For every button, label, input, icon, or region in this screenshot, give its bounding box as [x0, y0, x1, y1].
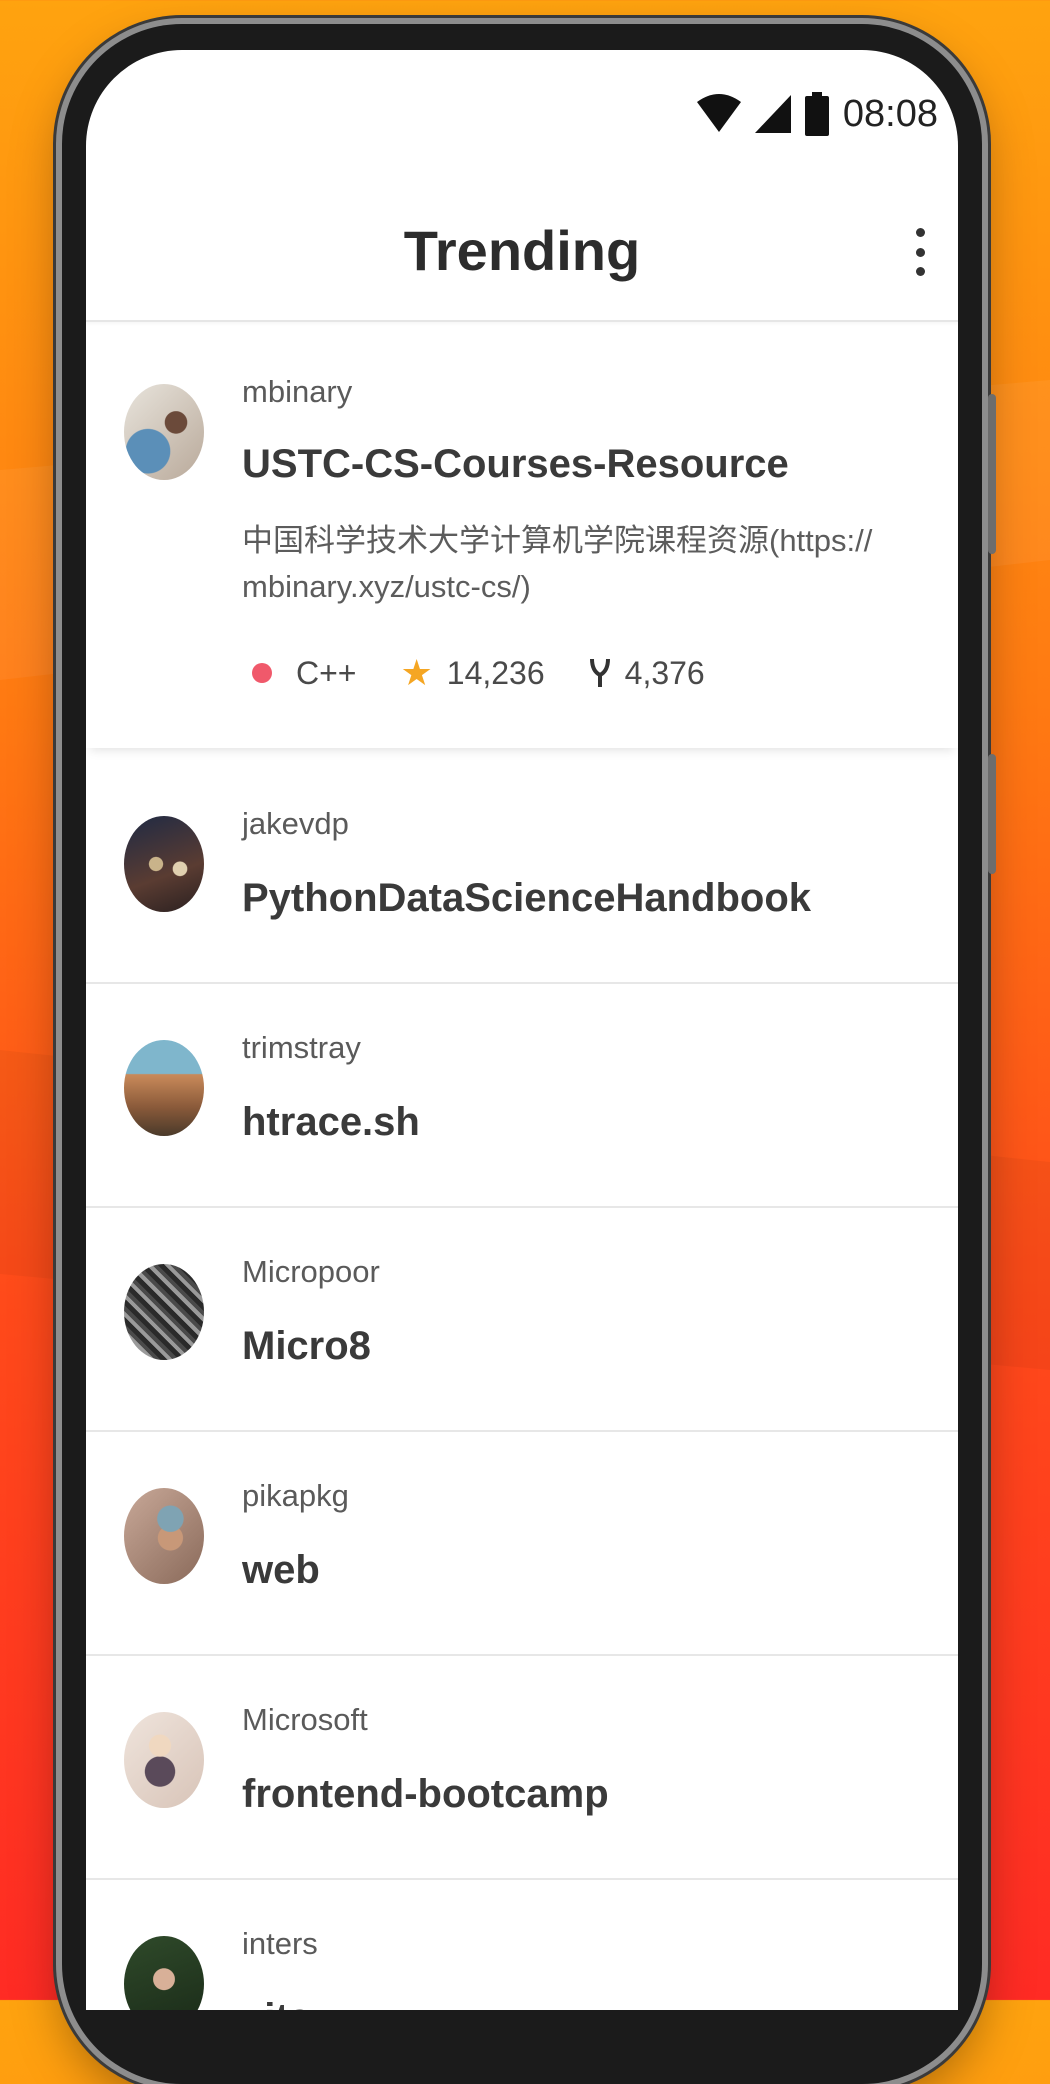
status-time: 08:08 — [842, 92, 938, 135]
more-vert-icon — [915, 267, 925, 276]
repo-owner[interactable]: Micropoor — [242, 1254, 380, 1290]
repo-item[interactable]: Micropoor Micro8 — [86, 1208, 958, 1432]
power-button — [988, 754, 996, 874]
page-title: Trending — [403, 219, 641, 282]
repo-owner[interactable]: trimstray — [242, 1030, 361, 1066]
language-color-dot — [252, 663, 272, 683]
fork-icon — [589, 658, 610, 687]
repo-item[interactable]: mbinary USTC-CS-Courses-Resource 中国科学技术大… — [86, 322, 958, 748]
overflow-menu-button[interactable] — [910, 228, 930, 276]
wifi-icon — [696, 94, 741, 132]
volume-button — [988, 394, 996, 554]
repo-item[interactable]: Microsoft frontend-bootcamp — [86, 1656, 958, 1880]
repo-owner[interactable]: Microsoft — [242, 1702, 368, 1738]
repo-owner[interactable]: pikapkg — [242, 1478, 349, 1514]
repo-name[interactable]: htrace.sh — [242, 1100, 420, 1145]
app-bar: Trending — [86, 168, 958, 322]
avatar — [124, 1936, 204, 2010]
repo-meta: C++ ★ 14,236 4,376 — [242, 652, 749, 694]
avatar — [124, 1264, 204, 1360]
repo-item[interactable]: trimstray htrace.sh — [86, 984, 958, 1208]
fork-count: 4,376 — [624, 654, 705, 691]
avatar — [124, 1712, 204, 1808]
repo-name[interactable]: PythonDataScienceHandbook — [242, 876, 811, 921]
battery-icon — [804, 92, 829, 136]
trending-list: mbinary USTC-CS-Courses-Resource 中国科学技术大… — [86, 322, 958, 2010]
repo-item[interactable]: inters vita — [86, 1880, 958, 2010]
avatar — [124, 1040, 204, 1136]
avatar — [124, 816, 204, 912]
repo-item[interactable]: jakevdp PythonDataScienceHandbook — [86, 760, 958, 984]
status-bar: 08:08 — [86, 50, 958, 168]
star-icon: ★ — [400, 652, 433, 693]
repo-name[interactable]: Micro8 — [242, 1324, 371, 1369]
repo-owner[interactable]: jakevdp — [242, 806, 349, 842]
repo-owner[interactable]: inters — [242, 1926, 318, 1962]
repo-language: C++ — [296, 654, 357, 691]
more-vert-icon — [915, 228, 925, 237]
repo-name[interactable]: frontend-bootcamp — [242, 1772, 609, 1817]
repo-item[interactable]: pikapkg web — [86, 1432, 958, 1656]
phone-frame: 08:08 Trending mbinary USTC-CS-Courses-R… — [62, 24, 996, 2084]
cell-signal-icon — [754, 95, 791, 133]
repo-owner[interactable]: mbinary — [242, 374, 352, 410]
repo-name[interactable]: vita — [242, 1996, 311, 2010]
phone-screen: 08:08 Trending mbinary USTC-CS-Courses-R… — [86, 50, 958, 2010]
star-count: 14,236 — [446, 654, 545, 691]
repo-description: 中国科学技术大学计算机学院课程资源(https:// mbinary.xyz/u… — [242, 523, 873, 604]
avatar — [124, 1488, 204, 1584]
more-vert-icon — [915, 247, 925, 257]
avatar — [124, 384, 204, 480]
repo-name[interactable]: USTC-CS-Courses-Resource — [242, 442, 789, 487]
repo-name[interactable]: web — [242, 1548, 320, 1593]
